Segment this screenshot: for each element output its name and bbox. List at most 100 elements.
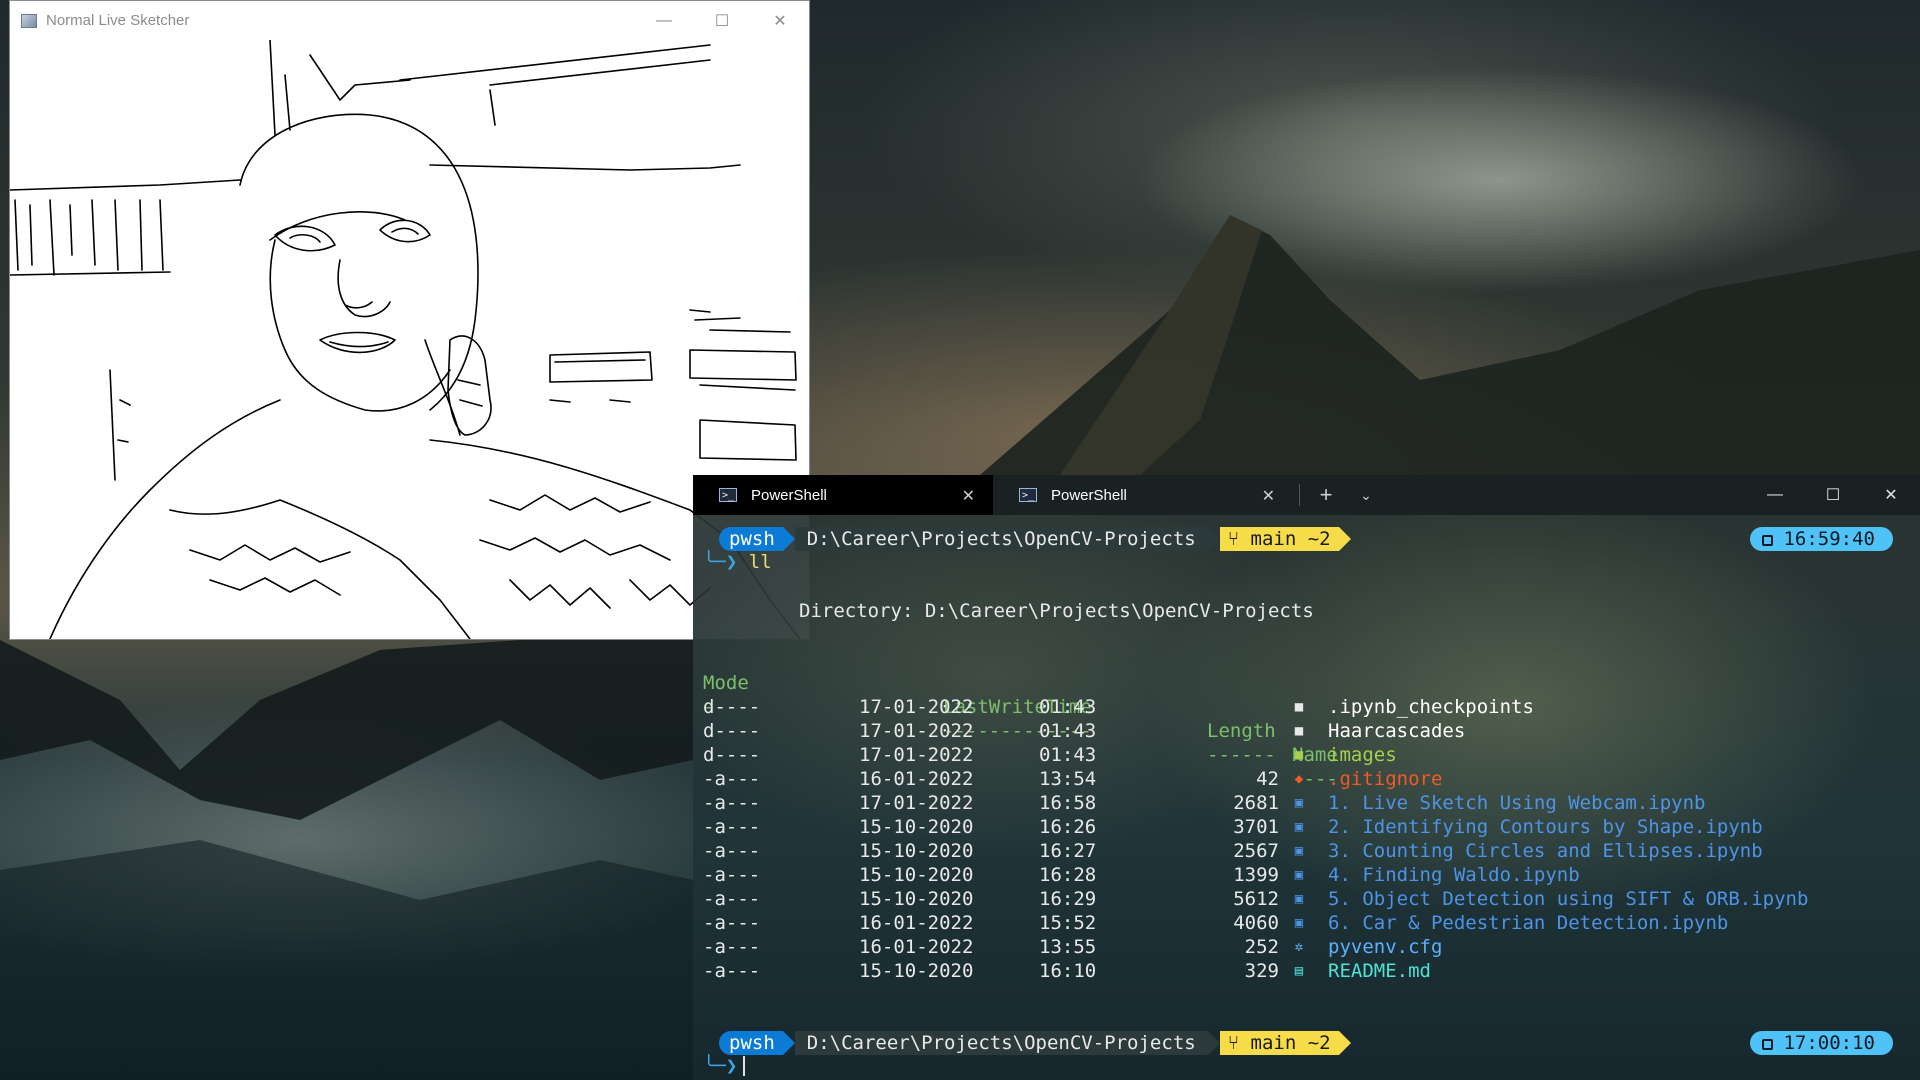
sketch-canvas bbox=[10, 40, 801, 639]
terminal-output[interactable]: pwsh D:\Career\Projects\OpenCV-Projects … bbox=[693, 515, 1920, 1080]
file-name: images bbox=[1328, 744, 1397, 766]
file-row: d---- 17-01-2022 01:43 ■ images bbox=[693, 743, 1920, 767]
terminal-tabbar: >_ PowerShell ✕ >_ PowerShell ✕ + ⌄ — ☐ … bbox=[693, 475, 1920, 515]
prompt-separator-icon bbox=[1338, 1031, 1351, 1055]
tab-powershell-1[interactable]: >_ PowerShell ✕ bbox=[693, 475, 993, 515]
file-row: -a--- 15-10-2020 16:29 5612 ▣ 5. Object Detec… bbox=[693, 887, 1920, 911]
file-time: 16:10 bbox=[1039, 960, 1097, 982]
prompt-line: pwsh D:\Career\Projects\OpenCV-Projects … bbox=[703, 527, 1351, 551]
file-length: 3701 bbox=[1233, 816, 1279, 838]
prompt-time: 16:59:40 bbox=[1750, 527, 1893, 551]
prompt-line: pwsh D:\Career\Projects\OpenCV-Projects … bbox=[703, 1031, 1351, 1055]
maximize-button[interactable]: ☐ bbox=[1804, 475, 1862, 515]
text-cursor bbox=[743, 1056, 746, 1076]
file-mode: -a--- bbox=[703, 840, 761, 862]
tab-label: PowerShell bbox=[751, 486, 827, 504]
file-date: 17-01-2022 bbox=[859, 792, 974, 814]
prompt-separator-icon bbox=[1207, 527, 1220, 551]
file-name: Haarcascades bbox=[1328, 720, 1466, 742]
file-mode: -a--- bbox=[703, 936, 761, 958]
prompt-time-label: 16:59:40 bbox=[1783, 528, 1875, 550]
file-mode: -a--- bbox=[703, 888, 761, 910]
file-time: 13:54 bbox=[1039, 768, 1097, 790]
maximize-button[interactable]: ☐ bbox=[693, 1, 751, 40]
folder-icon: ■ bbox=[1294, 699, 1304, 715]
file-date: 17-01-2022 bbox=[859, 720, 974, 742]
file-time: 13:55 bbox=[1039, 936, 1097, 958]
file-length: 5612 bbox=[1233, 888, 1279, 910]
app-icon bbox=[21, 13, 37, 28]
tab-dropdown-button[interactable]: ⌄ bbox=[1346, 475, 1386, 515]
file-date: 15-10-2020 bbox=[859, 864, 974, 886]
file-length: 252 bbox=[1244, 936, 1279, 958]
directory-heading: Directory: D:\Career\Projects\OpenCV-Pro… bbox=[799, 600, 1314, 622]
prompt-separator-icon bbox=[1207, 1031, 1220, 1055]
notebook-icon: ▣ bbox=[1294, 891, 1304, 907]
file-length: 329 bbox=[1244, 960, 1279, 982]
close-button[interactable]: ✕ bbox=[1862, 475, 1920, 515]
terminal-window[interactable]: >_ PowerShell ✕ >_ PowerShell ✕ + ⌄ — ☐ … bbox=[693, 475, 1920, 1080]
file-name: 1. Live Sketch Using Webcam.ipynb bbox=[1328, 792, 1706, 814]
notebook-icon: ▣ bbox=[1294, 915, 1304, 931]
sketcher-window[interactable]: Normal Live Sketcher — ☐ ✕ bbox=[9, 0, 810, 640]
listing-header-rule: ---- ------------- ------ ---- bbox=[693, 671, 1920, 790]
file-name: 2. Identifying Contours by Shape.ipynb bbox=[1328, 816, 1763, 838]
book-icon: ▤ bbox=[1294, 963, 1304, 979]
prompt-shell: pwsh bbox=[719, 527, 783, 551]
file-name: 5. Object Detection using SIFT & ORB.ipy… bbox=[1328, 888, 1809, 910]
calendar-icon bbox=[1762, 1039, 1774, 1050]
gear-icon: ✲ bbox=[1294, 939, 1304, 955]
command-line: ╰─❯ ll bbox=[703, 551, 772, 573]
file-time: 01:43 bbox=[1039, 696, 1097, 718]
file-mode: -a--- bbox=[703, 864, 761, 886]
sketcher-titlebar[interactable]: Normal Live Sketcher — ☐ ✕ bbox=[10, 1, 809, 40]
file-length: 2567 bbox=[1233, 840, 1279, 862]
image-folder-icon: ■ bbox=[1294, 747, 1304, 763]
file-time: 16:29 bbox=[1039, 888, 1097, 910]
folder-icon: ■ bbox=[1294, 723, 1304, 739]
minimize-button[interactable]: — bbox=[635, 1, 693, 40]
file-date: 16-01-2022 bbox=[859, 768, 974, 790]
close-button[interactable]: ✕ bbox=[751, 1, 809, 40]
tab-close-icon[interactable]: ✕ bbox=[1262, 486, 1275, 506]
file-name: pyvenv.cfg bbox=[1328, 936, 1443, 958]
file-time: 16:26 bbox=[1039, 816, 1097, 838]
git-branch-label: main ~2 bbox=[1250, 528, 1331, 550]
listing-header: Mode LastWriteTime Length Name bbox=[693, 647, 1920, 766]
prompt-git-branch: ⑂ main ~2 bbox=[1219, 1031, 1339, 1055]
new-tab-button[interactable]: + bbox=[1306, 475, 1346, 515]
file-row: -a--- 15-10-2020 16:27 2567 ▣ 3. Counting Cir… bbox=[693, 839, 1920, 863]
powershell-icon: >_ bbox=[719, 488, 737, 502]
file-length: 42 bbox=[1256, 768, 1279, 790]
command-line-active[interactable]: ╰─❯ bbox=[703, 1055, 746, 1079]
command-text: ll bbox=[748, 551, 772, 573]
file-row: d---- 17-01-2022 01:43 ■ .ipynb_checkpoints bbox=[693, 695, 1920, 719]
file-name: .gitignore bbox=[1328, 768, 1443, 790]
minimize-button[interactable]: — bbox=[1746, 475, 1804, 515]
file-time: 01:43 bbox=[1039, 720, 1097, 742]
prompt-git-branch: ⑂ main ~2 bbox=[1219, 527, 1339, 551]
tab-divider bbox=[1299, 484, 1300, 506]
file-time: 01:43 bbox=[1039, 744, 1097, 766]
notebook-icon: ▣ bbox=[1294, 843, 1304, 859]
prompt-path: D:\Career\Projects\OpenCV-Projects bbox=[794, 1031, 1208, 1055]
prompt-separator-icon bbox=[782, 527, 795, 551]
file-time: 16:58 bbox=[1039, 792, 1097, 814]
file-name: .ipynb_checkpoints bbox=[1328, 696, 1534, 718]
file-name: 6. Car & Pedestrian Detection.ipynb bbox=[1328, 912, 1729, 934]
notebook-icon: ▣ bbox=[1294, 819, 1304, 835]
file-mode: -a--- bbox=[703, 816, 761, 838]
file-name: 4. Finding Waldo.ipynb bbox=[1328, 864, 1580, 886]
file-row: -a--- 17-01-2022 16:58 2681 ▣ 1. Live Sketch … bbox=[693, 791, 1920, 815]
notebook-icon: ▣ bbox=[1294, 795, 1304, 811]
tab-close-icon[interactable]: ✕ bbox=[962, 486, 975, 506]
tab-powershell-2[interactable]: >_ PowerShell ✕ bbox=[993, 475, 1293, 515]
file-row: -a--- 15-10-2020 16:26 3701 ▣ 2. Identifying … bbox=[693, 815, 1920, 839]
prompt-path: D:\Career\Projects\OpenCV-Projects bbox=[794, 527, 1208, 551]
file-row: -a--- 16-01-2022 13:54 42 ◆ .gitignore bbox=[693, 767, 1920, 791]
file-date: 15-10-2020 bbox=[859, 816, 974, 838]
file-row: -a--- 15-10-2020 16:28 1399 ▣ 4. Finding Wald… bbox=[693, 863, 1920, 887]
file-mode: -a--- bbox=[703, 768, 761, 790]
tab-label: PowerShell bbox=[1051, 486, 1127, 504]
prompt-separator-icon bbox=[782, 1031, 795, 1055]
